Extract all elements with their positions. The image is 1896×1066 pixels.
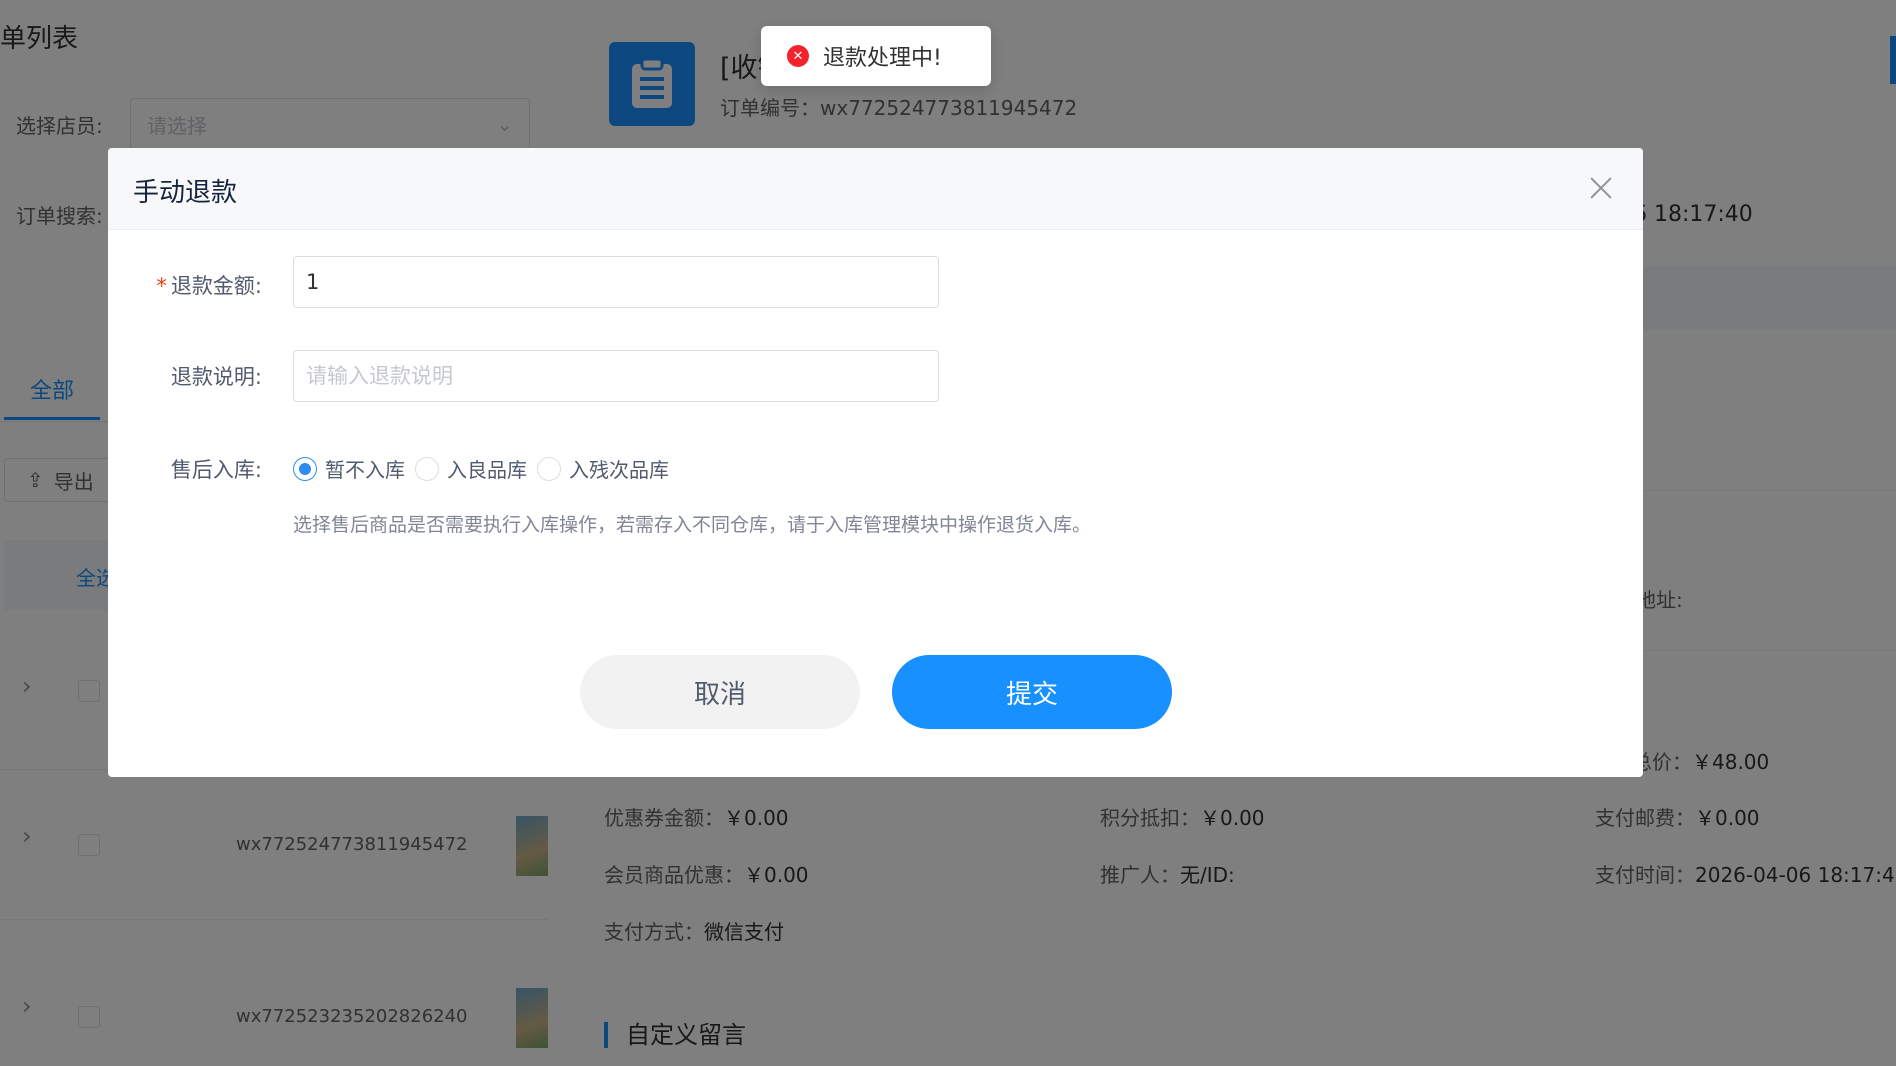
- close-icon[interactable]: [1583, 170, 1619, 206]
- refund-note-input[interactable]: [293, 350, 939, 402]
- refund-amount-label: * 退款金额:: [156, 274, 262, 298]
- error-circle-icon: ✕: [787, 45, 809, 67]
- toast-text: 退款处理中!: [823, 46, 942, 71]
- radio-checked-icon: [293, 456, 317, 481]
- radio-label: 入残次品库: [569, 458, 669, 482]
- radio-good-stock[interactable]: 入良品库: [415, 454, 527, 483]
- restock-radio-group: 暂不入库 入良品库 入残次品库: [293, 454, 679, 483]
- radio-label: 入良品库: [447, 458, 527, 482]
- radio-label: 暂不入库: [325, 458, 405, 482]
- submit-button[interactable]: 提交: [892, 655, 1172, 729]
- restock-label: 售后入库:: [170, 458, 262, 482]
- radio-no-restock[interactable]: 暂不入库: [293, 454, 405, 483]
- refund-amount-input[interactable]: [293, 256, 939, 308]
- refund-note-label: 退款说明:: [170, 365, 262, 389]
- restock-hint: 选择售后商品是否需要执行入库操作，若需存入不同仓库，请于入库管理模块中操作退货入…: [293, 514, 1092, 536]
- cancel-button[interactable]: 取消: [580, 655, 860, 729]
- radio-defective-stock[interactable]: 入残次品库: [537, 454, 669, 483]
- radio-unchecked-icon: [537, 456, 561, 481]
- required-mark: *: [156, 274, 167, 298]
- modal-title: 手动退款: [133, 178, 238, 208]
- radio-unchecked-icon: [415, 456, 439, 481]
- manual-refund-modal: 手动退款 *退款金额: 退款说明: 售后入库: 暂不入库 入良品库 入残次品库: [108, 148, 1643, 777]
- modal-header: 手动退款: [108, 148, 1643, 230]
- toast-message: ✕ 退款处理中!: [761, 26, 991, 86]
